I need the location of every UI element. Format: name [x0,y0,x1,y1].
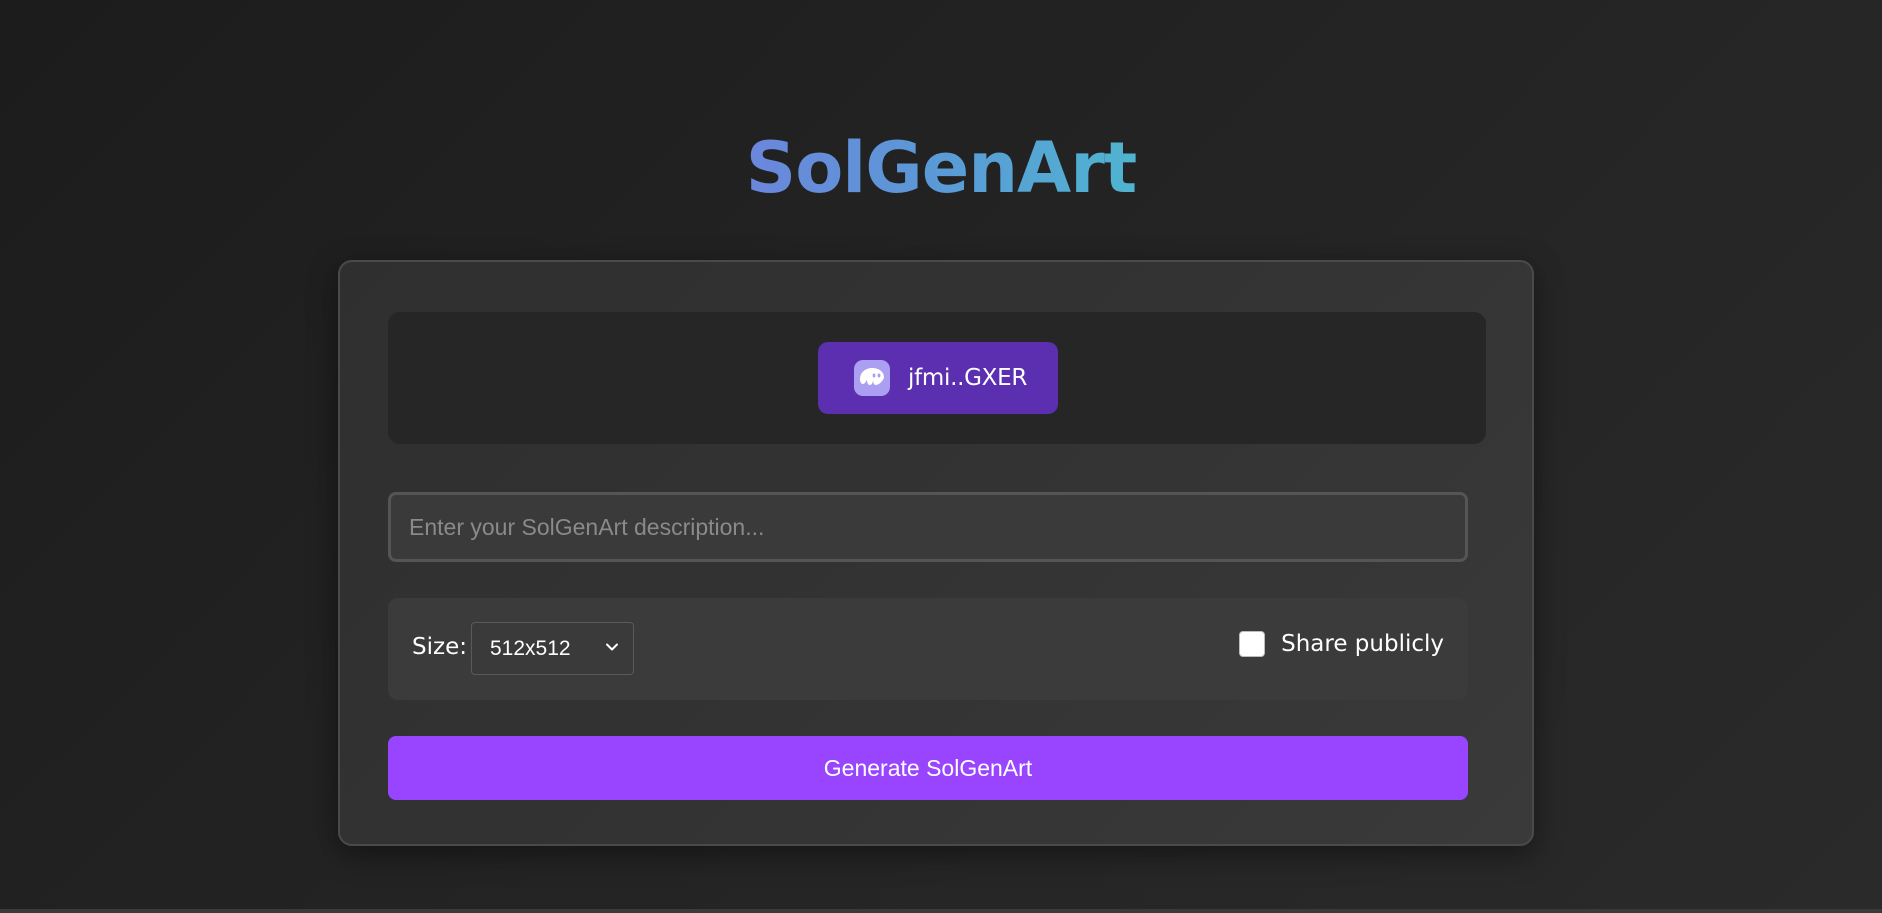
app-title-text: SolGenArt [745,126,1137,209]
options-row: Size: 512x512 Share publicly [388,598,1468,700]
phantom-ghost-icon [854,360,890,396]
generator-card: jfmi..GXER Size: 512x512 Share publicly … [338,260,1534,846]
wallet-connect-button[interactable]: jfmi..GXER [818,342,1058,414]
window-bottom-edge [0,909,1882,913]
wallet-address-label: jfmi..GXER [908,365,1027,391]
chevron-down-icon [605,640,619,659]
share-publicly-label[interactable]: Share publicly [1281,631,1444,657]
size-label: Size: [412,634,467,660]
share-publicly-checkbox[interactable] [1239,631,1266,657]
page-title: SolGenArt [0,123,1882,213]
size-select-value: 512x512 [490,636,571,660]
generate-button[interactable]: Generate SolGenArt [388,736,1468,800]
wallet-panel: jfmi..GXER [388,312,1486,444]
description-input[interactable] [388,492,1468,562]
size-select[interactable]: 512x512 [471,622,634,675]
share-publicly-option: Share publicly [1239,631,1444,657]
